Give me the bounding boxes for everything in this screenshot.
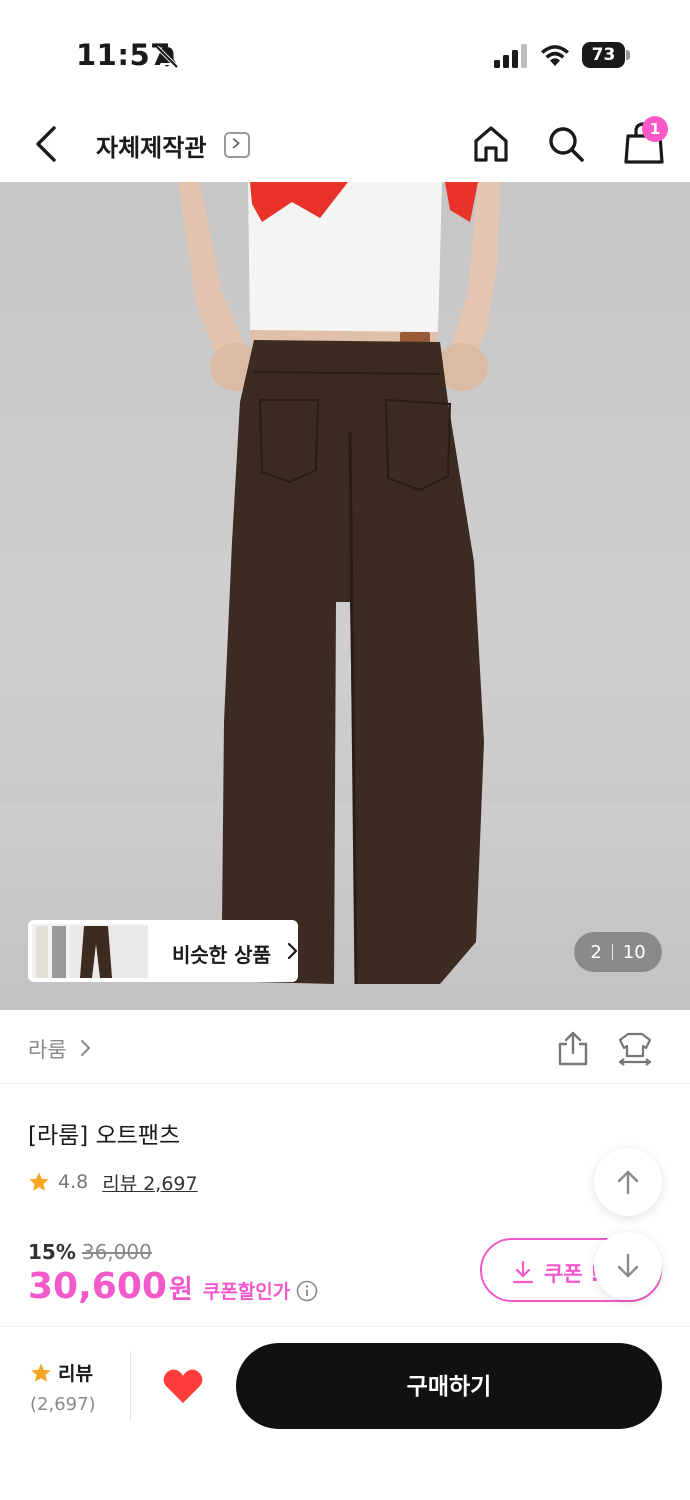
similar-products-thumbnail	[32, 924, 148, 978]
rating-value: 4.8	[58, 1171, 89, 1193]
bottom-action-bar: 리뷰 (2,697) 구매하기	[0, 1326, 690, 1500]
battery-cap	[626, 50, 630, 60]
review-summary-count: (2,697)	[30, 1394, 96, 1415]
chevron-right-icon[interactable]	[80, 1039, 92, 1057]
review-summary-header: 리뷰	[30, 1359, 110, 1386]
buy-button[interactable]: 구매하기	[236, 1343, 662, 1429]
heart-icon[interactable]	[162, 1367, 204, 1405]
sale-price-unit: 원	[168, 1275, 193, 1305]
sale-price: 30,600	[28, 1266, 167, 1307]
search-icon[interactable]	[546, 124, 586, 164]
nav-title[interactable]: 자체제작관	[96, 128, 206, 163]
product-image[interactable]: 비슷한 상품 2 10	[0, 182, 690, 1010]
battery-level: 73	[582, 42, 625, 68]
signal-icon	[494, 44, 527, 68]
info-icon[interactable]	[296, 1280, 318, 1302]
home-icon[interactable]	[472, 124, 510, 164]
original-price: 36,000	[81, 1240, 152, 1264]
review-summary-label: 리뷰	[58, 1363, 93, 1385]
product-photo	[0, 182, 690, 1010]
sale-price-row: 30,600 원 쿠폰할인가	[28, 1266, 318, 1307]
battery-icon: 73	[582, 42, 630, 68]
review-summary[interactable]: 리뷰 (2,697)	[30, 1359, 110, 1415]
scroll-top-button[interactable]	[594, 1148, 662, 1216]
similar-products-card[interactable]: 비슷한 상품	[28, 920, 298, 982]
page-separator	[611, 944, 613, 960]
coupon-download-label: 쿠폰 !	[544, 1262, 600, 1286]
discount-rate: 15%	[28, 1240, 76, 1264]
brand-link[interactable]: 라룸	[28, 1034, 67, 1064]
review-link[interactable]: 리뷰 2,697	[102, 1169, 197, 1196]
chevron-right-icon	[287, 942, 298, 960]
price-original-row: 15% 36,000	[28, 1240, 152, 1264]
scroll-bottom-button[interactable]	[594, 1232, 662, 1300]
rating-row: 4.8 리뷰 2,697	[28, 1168, 198, 1196]
download-icon	[512, 1260, 534, 1284]
brand-row: 라룸	[0, 1010, 690, 1084]
image-page-indicator: 2 10	[574, 932, 662, 972]
status-bar: 11:57 73	[0, 0, 690, 100]
page-current: 2	[590, 941, 602, 963]
cart-badge: 1	[642, 116, 668, 142]
wifi-icon	[541, 45, 569, 66]
nav-bar: 자체제작관 1	[0, 100, 690, 182]
arrow-down-icon	[617, 1253, 639, 1278]
share-icon[interactable]	[556, 1030, 590, 1066]
similar-products-label: 비슷한 상품	[172, 943, 271, 967]
fit-compare-icon[interactable]	[616, 1030, 654, 1066]
bell-off-icon	[155, 45, 179, 69]
bottom-divider	[130, 1351, 131, 1421]
chevron-right-box-icon[interactable]	[224, 132, 250, 158]
back-chevron-icon[interactable]	[28, 122, 66, 166]
page-total: 10	[622, 941, 646, 963]
star-icon	[29, 1172, 49, 1191]
arrow-up-icon	[617, 1170, 639, 1195]
star-icon	[31, 1362, 51, 1382]
coupon-price-label: 쿠폰할인가	[202, 1281, 291, 1303]
product-title: [라룸] 오트팬츠	[28, 1123, 181, 1149]
